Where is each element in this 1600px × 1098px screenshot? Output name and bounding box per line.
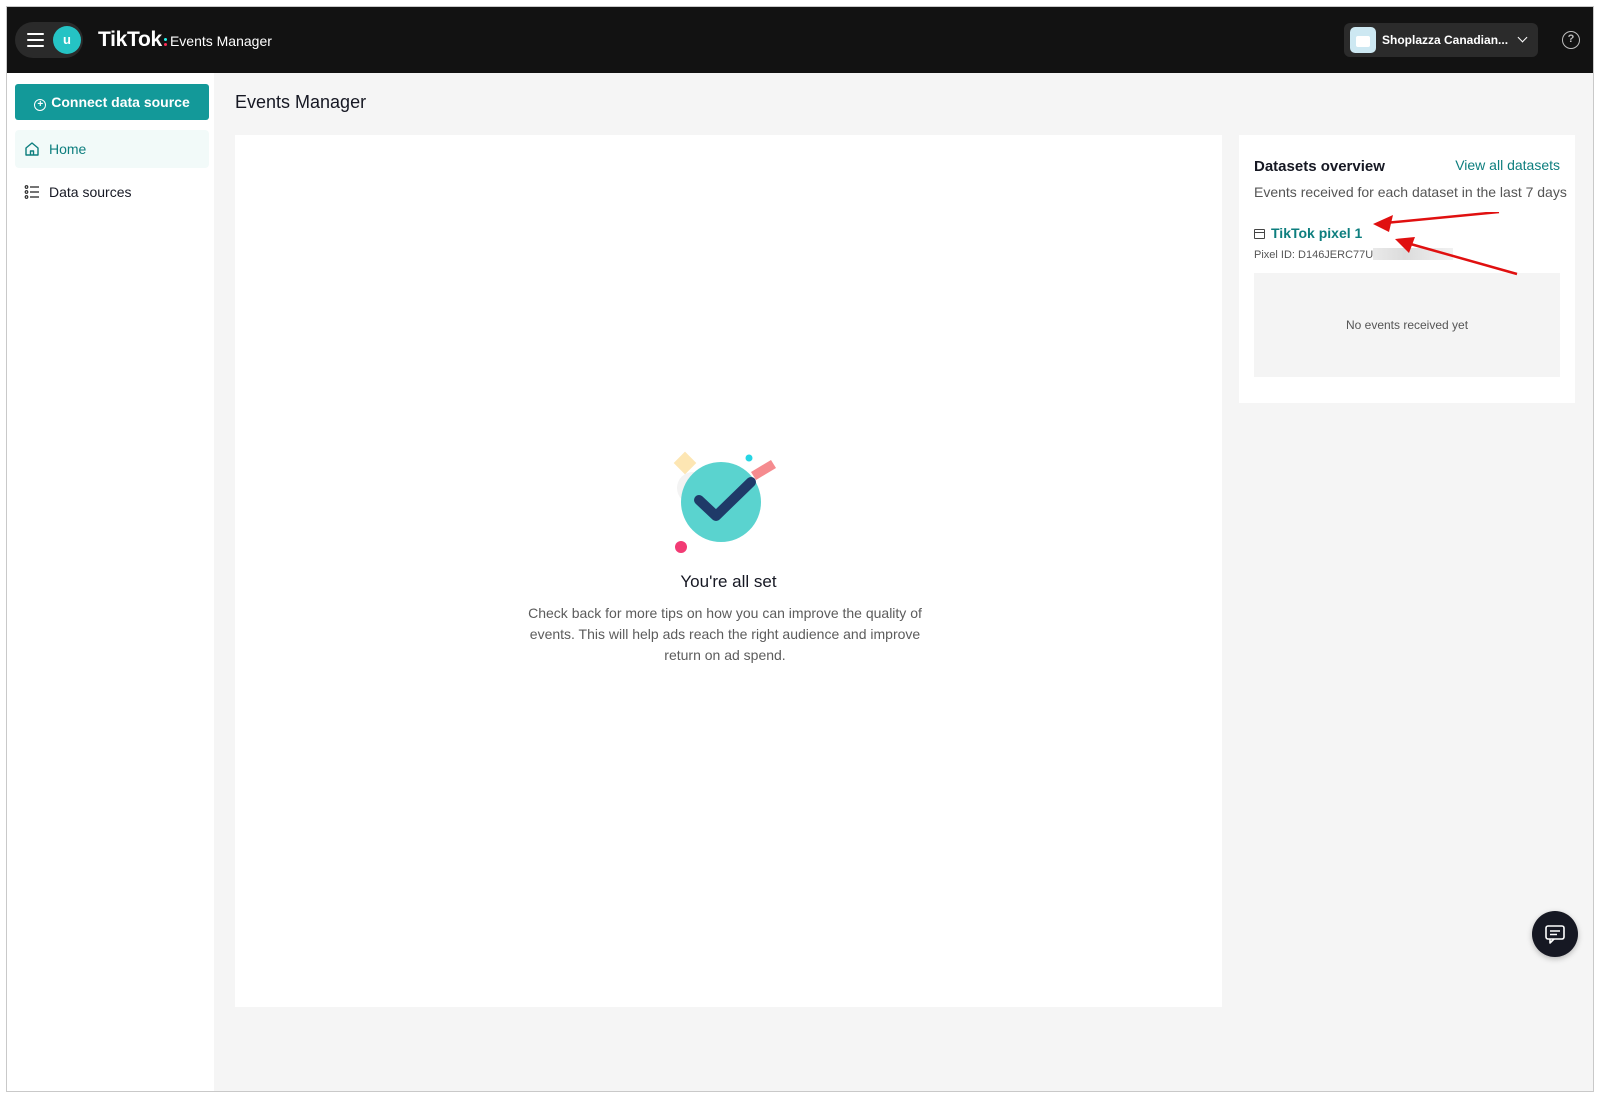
app-window: u TikTok Events Manager Shoplazza Canadia… xyxy=(6,6,1594,1092)
empty-state-card: You're all set Check back for more tips … xyxy=(235,135,1222,1007)
pixel-link[interactable]: TikTok pixel 1 xyxy=(1254,225,1362,241)
pixel-id-text: Pixel ID: D146JERC77U xyxy=(1254,249,1374,261)
menu-avatar-pill[interactable]: u xyxy=(15,22,83,58)
chat-button[interactable] xyxy=(1532,911,1578,957)
sidebar-item-data-sources[interactable]: Data sources xyxy=(15,173,209,211)
datasets-title: Datasets overview xyxy=(1254,158,1385,175)
calendar-icon xyxy=(1254,229,1265,239)
help-icon[interactable]: ? xyxy=(1562,31,1580,49)
sidebar-item-home[interactable]: Home xyxy=(15,130,209,168)
top-bar: u TikTok Events Manager Shoplazza Canadia… xyxy=(7,7,1593,73)
chat-icon xyxy=(1545,925,1565,944)
checkmark-illustration xyxy=(673,451,776,553)
datasets-subtitle: Events received for each dataset in the … xyxy=(1254,184,1567,200)
connect-data-source-button[interactable]: + Connect data source xyxy=(15,84,209,120)
list-icon xyxy=(24,185,39,199)
product-name: Events Manager xyxy=(169,33,272,49)
store-icon xyxy=(1350,27,1376,53)
chevron-down-icon xyxy=(1517,32,1528,43)
empty-state-title: You're all set xyxy=(680,572,777,591)
view-all-datasets-link[interactable]: View all datasets xyxy=(1455,157,1560,173)
brand-logo: TikTok Events Manager xyxy=(98,28,272,52)
empty-state-description: Check back for more tips on how you can … xyxy=(528,605,922,663)
sidebar: + Connect data source Home Data sources xyxy=(7,73,214,1091)
home-icon xyxy=(25,142,39,156)
page-title: Events Manager xyxy=(235,92,367,112)
annotation-arrows xyxy=(1373,212,1518,276)
sidebar-item-label: Data sources xyxy=(49,184,132,200)
avatar[interactable]: u xyxy=(53,26,81,54)
pixel-name-text: TikTok pixel 1 xyxy=(1271,225,1363,241)
hamburger-icon[interactable] xyxy=(27,33,44,47)
connect-button-label: Connect data source xyxy=(51,93,190,110)
tiktok-logo-text: TikTok xyxy=(98,28,162,51)
tiktok-dots-icon xyxy=(163,36,167,46)
sidebar-item-label: Home xyxy=(49,141,87,157)
plus-circle-icon: + xyxy=(34,98,47,111)
account-name: Shoplazza Canadian... xyxy=(1382,33,1509,47)
account-switcher[interactable]: Shoplazza Canadian... xyxy=(1344,23,1538,57)
